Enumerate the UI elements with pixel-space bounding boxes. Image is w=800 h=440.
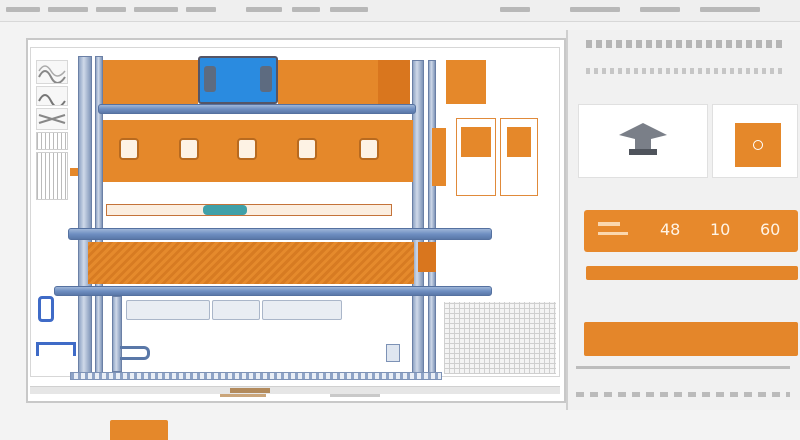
drive-unit[interactable] xyxy=(198,56,278,104)
grid-tool-icon[interactable] xyxy=(36,132,68,150)
grid-tool-icon[interactable] xyxy=(36,152,68,200)
action-bar[interactable] xyxy=(584,322,798,356)
readout-value-a: 48 xyxy=(660,220,681,239)
menu-item[interactable] xyxy=(292,7,320,12)
inspection-window[interactable] xyxy=(297,138,317,160)
pipe-line[interactable] xyxy=(36,342,76,356)
sensor-module[interactable] xyxy=(262,300,342,320)
inspection-window[interactable] xyxy=(119,138,139,160)
side-detail-block xyxy=(461,127,491,157)
marker xyxy=(70,168,78,176)
status-text xyxy=(576,392,790,397)
circular-port-icon xyxy=(735,123,781,167)
mesh-panel xyxy=(444,302,556,374)
menu-item[interactable] xyxy=(186,7,216,12)
inspection-window[interactable] xyxy=(179,138,199,160)
measurement-readout[interactable]: 48 10 60 xyxy=(584,210,798,252)
wave-tool-icon[interactable] xyxy=(36,60,68,84)
status-marker xyxy=(330,394,380,397)
foot-bracket xyxy=(386,344,400,362)
part-preview-card[interactable] xyxy=(578,104,708,178)
side-bracket[interactable] xyxy=(418,242,436,272)
menu-bar xyxy=(0,0,800,22)
panel-header xyxy=(586,40,786,48)
menu-item[interactable] xyxy=(246,7,282,12)
clamp-icon xyxy=(260,66,272,92)
status-marker xyxy=(220,394,266,397)
lower-rail[interactable] xyxy=(54,286,492,296)
canvas-horizontal-scrollbar[interactable] xyxy=(30,386,560,394)
menu-item[interactable] xyxy=(6,7,40,12)
pipe-line[interactable] xyxy=(120,346,150,360)
pipe-fitting[interactable] xyxy=(38,296,54,322)
readout-value-b: 10 xyxy=(710,220,731,239)
cutting-head[interactable] xyxy=(203,205,247,215)
sensor-module[interactable] xyxy=(212,300,260,320)
side-housing[interactable] xyxy=(446,60,486,104)
upper-housing[interactable] xyxy=(103,60,198,104)
readout-label xyxy=(598,222,620,226)
bracket-part-icon xyxy=(619,123,667,155)
side-detail-box[interactable] xyxy=(500,118,538,196)
menu-item[interactable] xyxy=(48,7,88,12)
panel-toolbar xyxy=(586,68,786,74)
steel-column[interactable] xyxy=(428,60,436,376)
progress-bar xyxy=(586,266,798,280)
frame-body[interactable] xyxy=(88,242,414,284)
main-panel[interactable] xyxy=(103,120,413,182)
bottom-tab-button[interactable] xyxy=(110,420,168,440)
inspection-window[interactable] xyxy=(359,138,379,160)
menu-item[interactable] xyxy=(500,7,530,12)
scrollbar-thumb[interactable] xyxy=(230,388,270,393)
upper-housing[interactable] xyxy=(278,60,378,104)
middle-rail[interactable] xyxy=(68,228,492,240)
clamp-icon xyxy=(204,66,216,92)
menu-item[interactable] xyxy=(570,7,620,12)
side-detail-box[interactable] xyxy=(456,118,496,196)
floor-base xyxy=(70,372,442,380)
support-leg[interactable] xyxy=(112,296,122,372)
part-thumbnail-card[interactable] xyxy=(712,104,798,178)
weave-tool-icon[interactable] xyxy=(36,108,68,130)
readout-label xyxy=(598,232,628,235)
sensor-module[interactable] xyxy=(126,300,210,320)
wave-tool-icon[interactable] xyxy=(36,86,68,108)
inspection-window[interactable] xyxy=(237,138,257,160)
upper-housing-cap[interactable] xyxy=(378,60,410,104)
tool-carriage[interactable] xyxy=(106,204,392,216)
menu-item[interactable] xyxy=(96,7,126,12)
side-detail-block xyxy=(507,127,531,157)
steel-column[interactable] xyxy=(78,56,92,376)
menu-item[interactable] xyxy=(330,7,368,12)
menu-item[interactable] xyxy=(700,7,760,12)
readout-value-c: 60 xyxy=(760,220,781,239)
upper-rail[interactable] xyxy=(98,104,416,114)
menu-item[interactable] xyxy=(134,7,178,12)
divider xyxy=(576,366,790,369)
menu-item[interactable] xyxy=(640,7,680,12)
side-bracket[interactable] xyxy=(432,128,446,186)
